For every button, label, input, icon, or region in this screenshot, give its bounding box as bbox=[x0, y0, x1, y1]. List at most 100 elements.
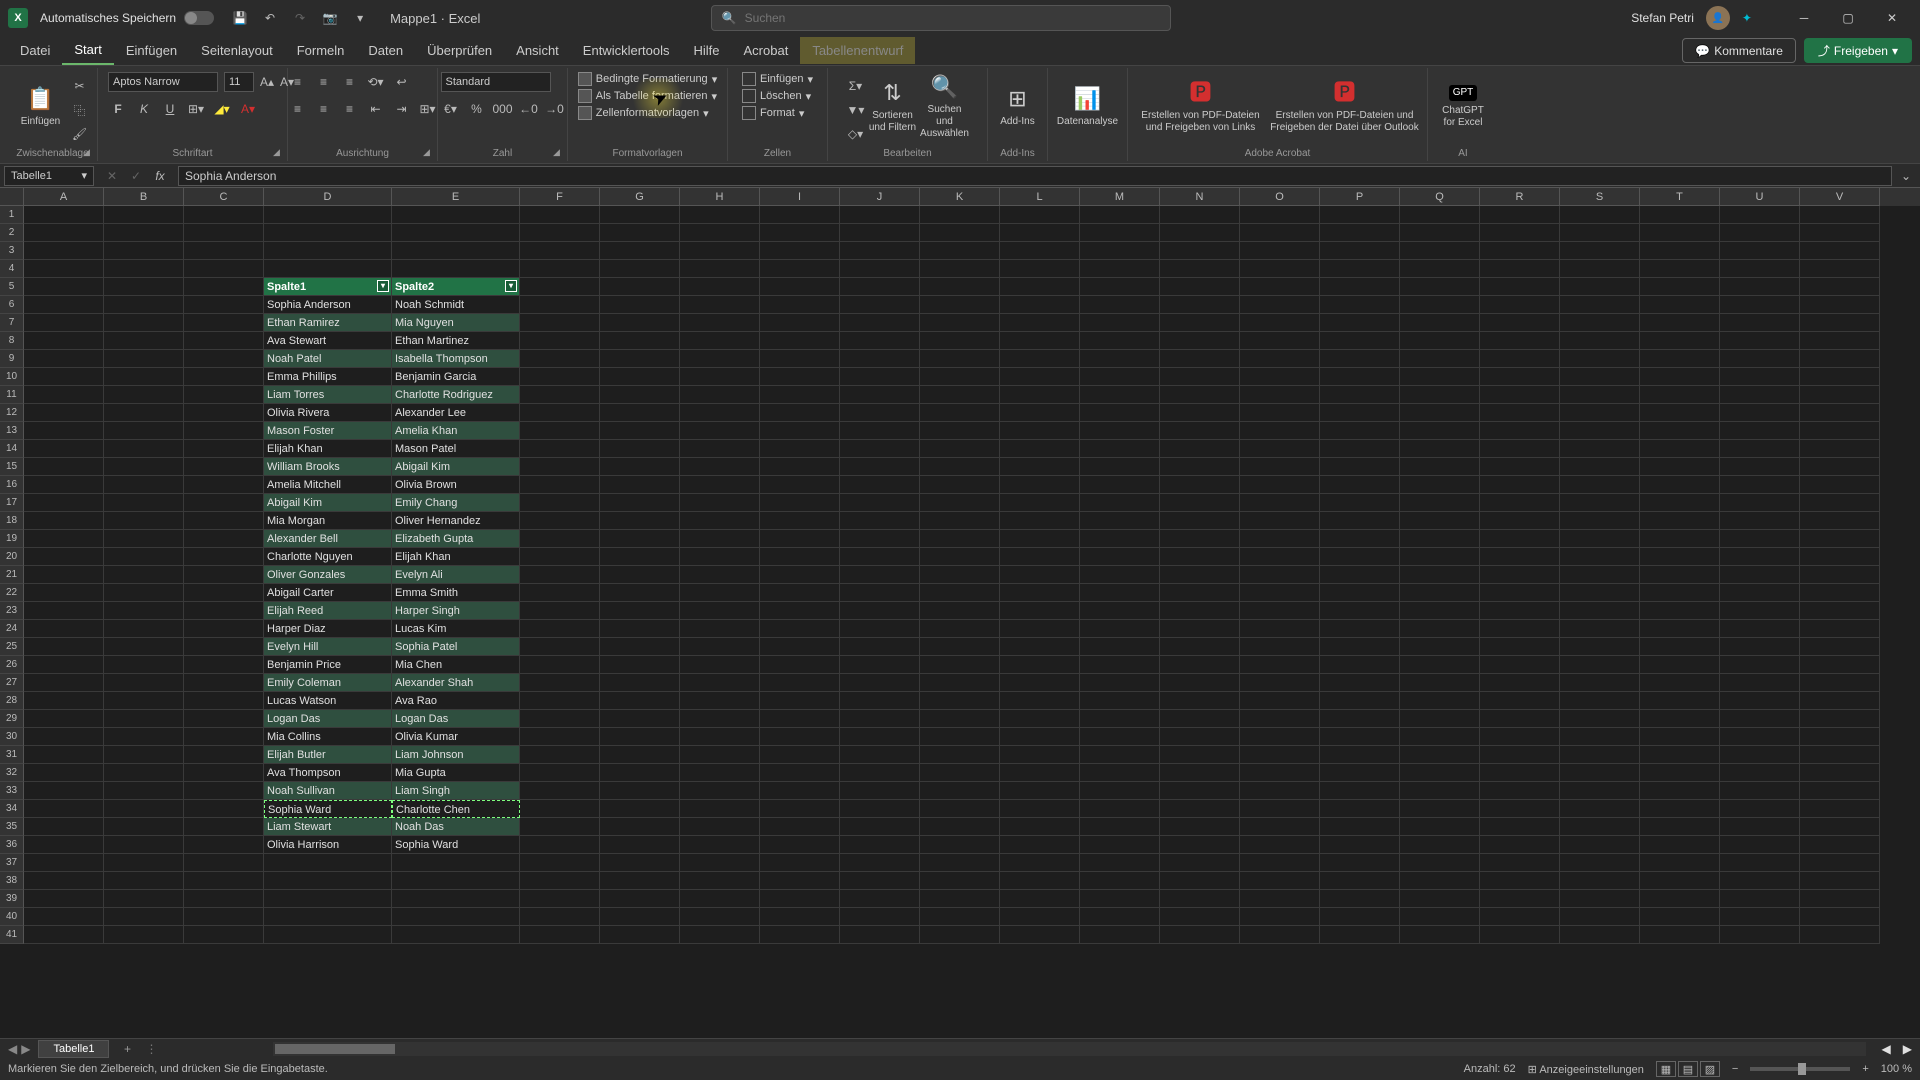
cell-B34[interactable] bbox=[104, 800, 184, 818]
cell-S22[interactable] bbox=[1560, 584, 1640, 602]
cell-E18[interactable]: Oliver Hernandez bbox=[392, 512, 520, 530]
cell-A7[interactable] bbox=[24, 314, 104, 332]
cell-D25[interactable]: Evelyn Hill bbox=[264, 638, 392, 656]
cell-I38[interactable] bbox=[760, 872, 840, 890]
cell-K17[interactable] bbox=[920, 494, 1000, 512]
cell-T41[interactable] bbox=[1640, 926, 1720, 944]
cell-C38[interactable] bbox=[184, 872, 264, 890]
cell-B8[interactable] bbox=[104, 332, 184, 350]
cell-P35[interactable] bbox=[1320, 818, 1400, 836]
cell-J27[interactable] bbox=[840, 674, 920, 692]
row-header-20[interactable]: 20 bbox=[0, 548, 24, 566]
cell-I39[interactable] bbox=[760, 890, 840, 908]
cell-N12[interactable] bbox=[1160, 404, 1240, 422]
cell-S29[interactable] bbox=[1560, 710, 1640, 728]
cell-V24[interactable] bbox=[1800, 620, 1880, 638]
cell-F31[interactable] bbox=[520, 746, 600, 764]
cell-R11[interactable] bbox=[1480, 386, 1560, 404]
cell-N37[interactable] bbox=[1160, 854, 1240, 872]
cell-F22[interactable] bbox=[520, 584, 600, 602]
cell-M31[interactable] bbox=[1080, 746, 1160, 764]
cell-J15[interactable] bbox=[840, 458, 920, 476]
cell-B4[interactable] bbox=[104, 260, 184, 278]
cell-J28[interactable] bbox=[840, 692, 920, 710]
cell-R33[interactable] bbox=[1480, 782, 1560, 800]
cell-I22[interactable] bbox=[760, 584, 840, 602]
pdf-create-outlook-button[interactable]: 🅿 Erstellen von PDF-Dateien und Freigebe… bbox=[1270, 72, 1420, 142]
cell-E8[interactable]: Ethan Martinez bbox=[392, 332, 520, 350]
cell-B17[interactable] bbox=[104, 494, 184, 512]
cell-M41[interactable] bbox=[1080, 926, 1160, 944]
cell-H19[interactable] bbox=[680, 530, 760, 548]
cell-H9[interactable] bbox=[680, 350, 760, 368]
cell-F11[interactable] bbox=[520, 386, 600, 404]
cell-L33[interactable] bbox=[1000, 782, 1080, 800]
cell-R31[interactable] bbox=[1480, 746, 1560, 764]
cell-K8[interactable] bbox=[920, 332, 1000, 350]
cell-O30[interactable] bbox=[1240, 728, 1320, 746]
cell-S14[interactable] bbox=[1560, 440, 1640, 458]
cell-L29[interactable] bbox=[1000, 710, 1080, 728]
cell-Q11[interactable] bbox=[1400, 386, 1480, 404]
cell-T32[interactable] bbox=[1640, 764, 1720, 782]
cell-M29[interactable] bbox=[1080, 710, 1160, 728]
cell-I13[interactable] bbox=[760, 422, 840, 440]
percent-icon[interactable]: % bbox=[467, 99, 487, 119]
cell-K32[interactable] bbox=[920, 764, 1000, 782]
cell-V38[interactable] bbox=[1800, 872, 1880, 890]
cell-J40[interactable] bbox=[840, 908, 920, 926]
cell-M26[interactable] bbox=[1080, 656, 1160, 674]
row-header-3[interactable]: 3 bbox=[0, 242, 24, 260]
cell-F2[interactable] bbox=[520, 224, 600, 242]
cell-L32[interactable] bbox=[1000, 764, 1080, 782]
cell-R24[interactable] bbox=[1480, 620, 1560, 638]
cell-C16[interactable] bbox=[184, 476, 264, 494]
cell-E27[interactable]: Alexander Shah bbox=[392, 674, 520, 692]
cell-A10[interactable] bbox=[24, 368, 104, 386]
display-settings-button[interactable]: ⊞ Anzeigeeinstellungen bbox=[1528, 1063, 1644, 1076]
cell-A17[interactable] bbox=[24, 494, 104, 512]
page-break-view-icon[interactable]: ▨ bbox=[1700, 1061, 1720, 1077]
cell-M37[interactable] bbox=[1080, 854, 1160, 872]
cell-S21[interactable] bbox=[1560, 566, 1640, 584]
cell-B21[interactable] bbox=[104, 566, 184, 584]
cell-H40[interactable] bbox=[680, 908, 760, 926]
cell-E41[interactable] bbox=[392, 926, 520, 944]
cell-R14[interactable] bbox=[1480, 440, 1560, 458]
cell-V35[interactable] bbox=[1800, 818, 1880, 836]
cell-F30[interactable] bbox=[520, 728, 600, 746]
cell-Q34[interactable] bbox=[1400, 800, 1480, 818]
spreadsheet-grid[interactable]: ABCDEFGHIJKLMNOPQRSTUV 12345Spalte1▾Spal… bbox=[0, 188, 1920, 1038]
addins-button[interactable]: ⊞ Add-Ins bbox=[993, 72, 1043, 142]
cell-B11[interactable] bbox=[104, 386, 184, 404]
cell-N5[interactable] bbox=[1160, 278, 1240, 296]
cell-P33[interactable] bbox=[1320, 782, 1400, 800]
cell-S33[interactable] bbox=[1560, 782, 1640, 800]
cell-G17[interactable] bbox=[600, 494, 680, 512]
cell-B9[interactable] bbox=[104, 350, 184, 368]
cell-F4[interactable] bbox=[520, 260, 600, 278]
cell-M30[interactable] bbox=[1080, 728, 1160, 746]
cell-A26[interactable] bbox=[24, 656, 104, 674]
cell-B40[interactable] bbox=[104, 908, 184, 926]
cell-A30[interactable] bbox=[24, 728, 104, 746]
cell-R5[interactable] bbox=[1480, 278, 1560, 296]
cell-C35[interactable] bbox=[184, 818, 264, 836]
cell-H1[interactable] bbox=[680, 206, 760, 224]
cell-H28[interactable] bbox=[680, 692, 760, 710]
cell-M20[interactable] bbox=[1080, 548, 1160, 566]
cell-S28[interactable] bbox=[1560, 692, 1640, 710]
cell-L27[interactable] bbox=[1000, 674, 1080, 692]
scroll-left-icon[interactable]: ◀ bbox=[1882, 1042, 1891, 1056]
cell-F16[interactable] bbox=[520, 476, 600, 494]
cell-O31[interactable] bbox=[1240, 746, 1320, 764]
cell-T36[interactable] bbox=[1640, 836, 1720, 854]
cell-V5[interactable] bbox=[1800, 278, 1880, 296]
cell-T24[interactable] bbox=[1640, 620, 1720, 638]
cell-O33[interactable] bbox=[1240, 782, 1320, 800]
cell-U27[interactable] bbox=[1720, 674, 1800, 692]
cell-E22[interactable]: Emma Smith bbox=[392, 584, 520, 602]
column-header-m[interactable]: M bbox=[1080, 188, 1160, 206]
cell-F37[interactable] bbox=[520, 854, 600, 872]
cell-O40[interactable] bbox=[1240, 908, 1320, 926]
